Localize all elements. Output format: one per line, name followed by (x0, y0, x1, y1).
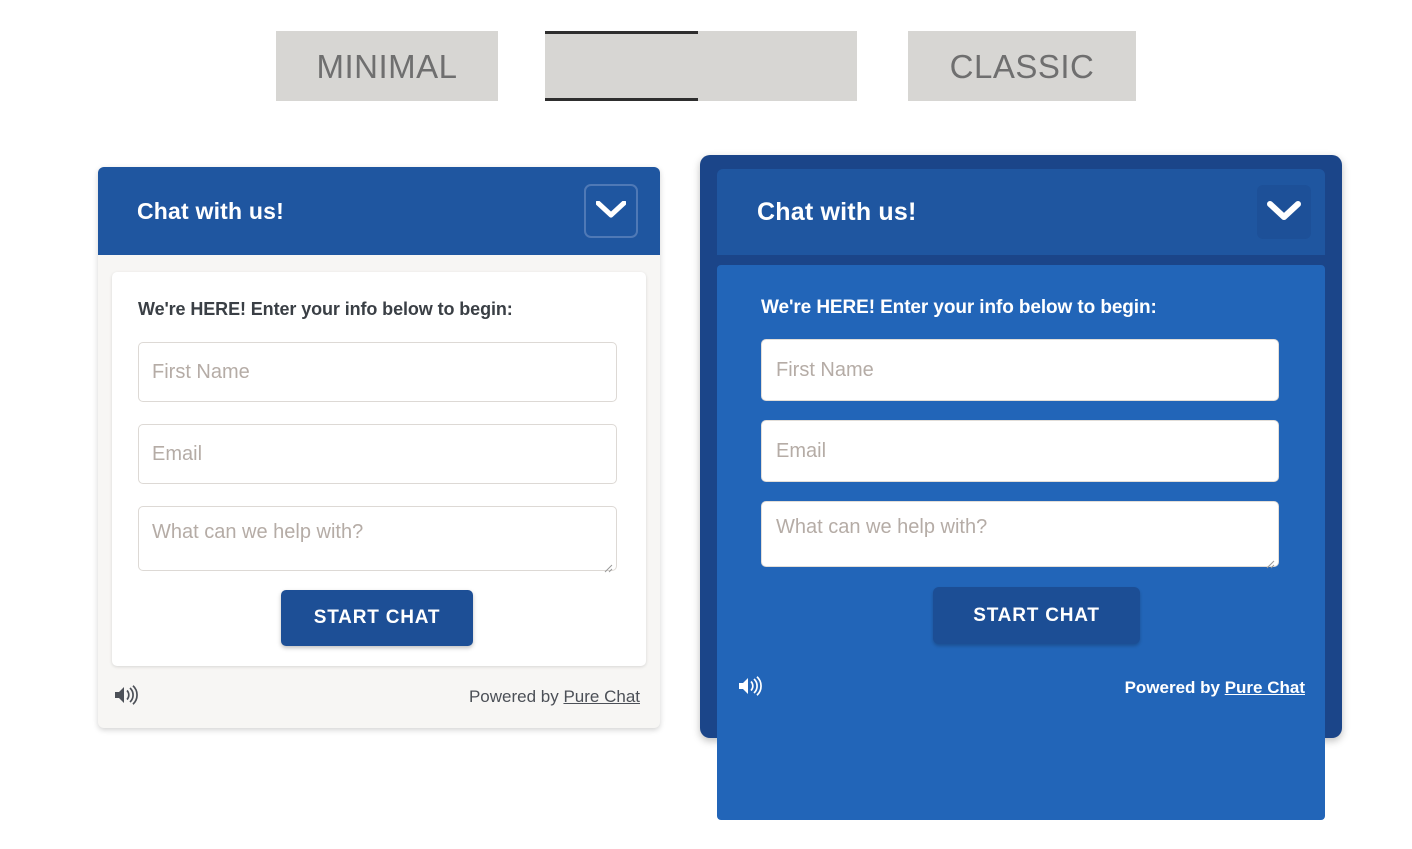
tab-minimal-label: MINIMAL (316, 47, 458, 85)
theme-tabs-row: MINIMAL CLASSIC (0, 31, 1412, 101)
speaker-icon[interactable] (113, 684, 139, 711)
tab-middle-top-rule (545, 31, 698, 34)
minimal-pure-chat-link[interactable]: Pure Chat (563, 687, 640, 706)
minimal-intro-text: We're HERE! Enter your info below to beg… (138, 299, 513, 319)
tab-classic-label: CLASSIC (949, 47, 1095, 85)
minimal-chat-widget: Chat with us! We're HERE! Enter your inf… (98, 167, 660, 728)
minimal-message-textarea[interactable]: What can we help with? (138, 506, 617, 573)
classic-first-name-input[interactable]: First Name (761, 339, 1279, 401)
minimal-first-name-placeholder: First Name (152, 360, 250, 383)
minimal-email-input[interactable]: Email (138, 424, 617, 484)
tab-minimal[interactable]: MINIMAL (276, 31, 498, 101)
classic-powered-prefix: Powered by (1124, 678, 1225, 697)
classic-widget-footer: Powered by Pure Chat (717, 660, 1325, 716)
classic-widget-title: Chat with us! (757, 197, 917, 226)
resize-grip-icon (1263, 552, 1275, 569)
classic-message-textarea[interactable]: What can we help with? (761, 501, 1279, 569)
classic-collapse-button[interactable] (1257, 185, 1311, 239)
minimal-email-placeholder: Email (152, 442, 203, 465)
minimal-first-name-input[interactable]: First Name (138, 342, 617, 402)
chevron-down-icon (595, 200, 627, 222)
classic-powered-by: Powered by Pure Chat (1125, 678, 1305, 698)
classic-email-placeholder: Email (776, 439, 827, 462)
classic-widget-header: Chat with us! (717, 169, 1325, 255)
tab-middle[interactable] (545, 31, 857, 101)
tab-classic[interactable]: CLASSIC (908, 31, 1136, 101)
minimal-widget-title: Chat with us! (137, 197, 284, 224)
classic-intro-text: We're HERE! Enter your info below to beg… (761, 297, 1157, 318)
classic-pure-chat-link[interactable]: Pure Chat (1225, 678, 1305, 697)
chevron-down-icon (1267, 200, 1301, 224)
minimal-powered-by: Powered by Pure Chat (469, 687, 640, 707)
classic-email-input[interactable]: Email (761, 420, 1279, 482)
minimal-collapse-button[interactable] (584, 184, 638, 238)
classic-form-card: We're HERE! Enter your info below to beg… (717, 265, 1325, 820)
speaker-icon[interactable] (737, 675, 763, 702)
classic-start-chat-button[interactable]: START CHAT (933, 587, 1140, 644)
minimal-powered-prefix: Powered by (468, 687, 564, 706)
classic-chat-widget: Chat with us! We're HERE! Enter your inf… (700, 155, 1342, 820)
resize-grip-icon (601, 556, 613, 573)
minimal-message-placeholder: What can we help with? (152, 521, 364, 543)
minimal-widget-footer: Powered by Pure Chat (98, 666, 660, 728)
minimal-form-card: We're HERE! Enter your info below to beg… (112, 272, 646, 666)
minimal-start-chat-button[interactable]: START CHAT (281, 590, 473, 646)
classic-first-name-placeholder: First Name (776, 358, 874, 381)
minimal-widget-header: Chat with us! (98, 167, 660, 255)
tab-middle-bottom-rule (545, 98, 698, 101)
classic-message-placeholder: What can we help with? (776, 516, 988, 538)
